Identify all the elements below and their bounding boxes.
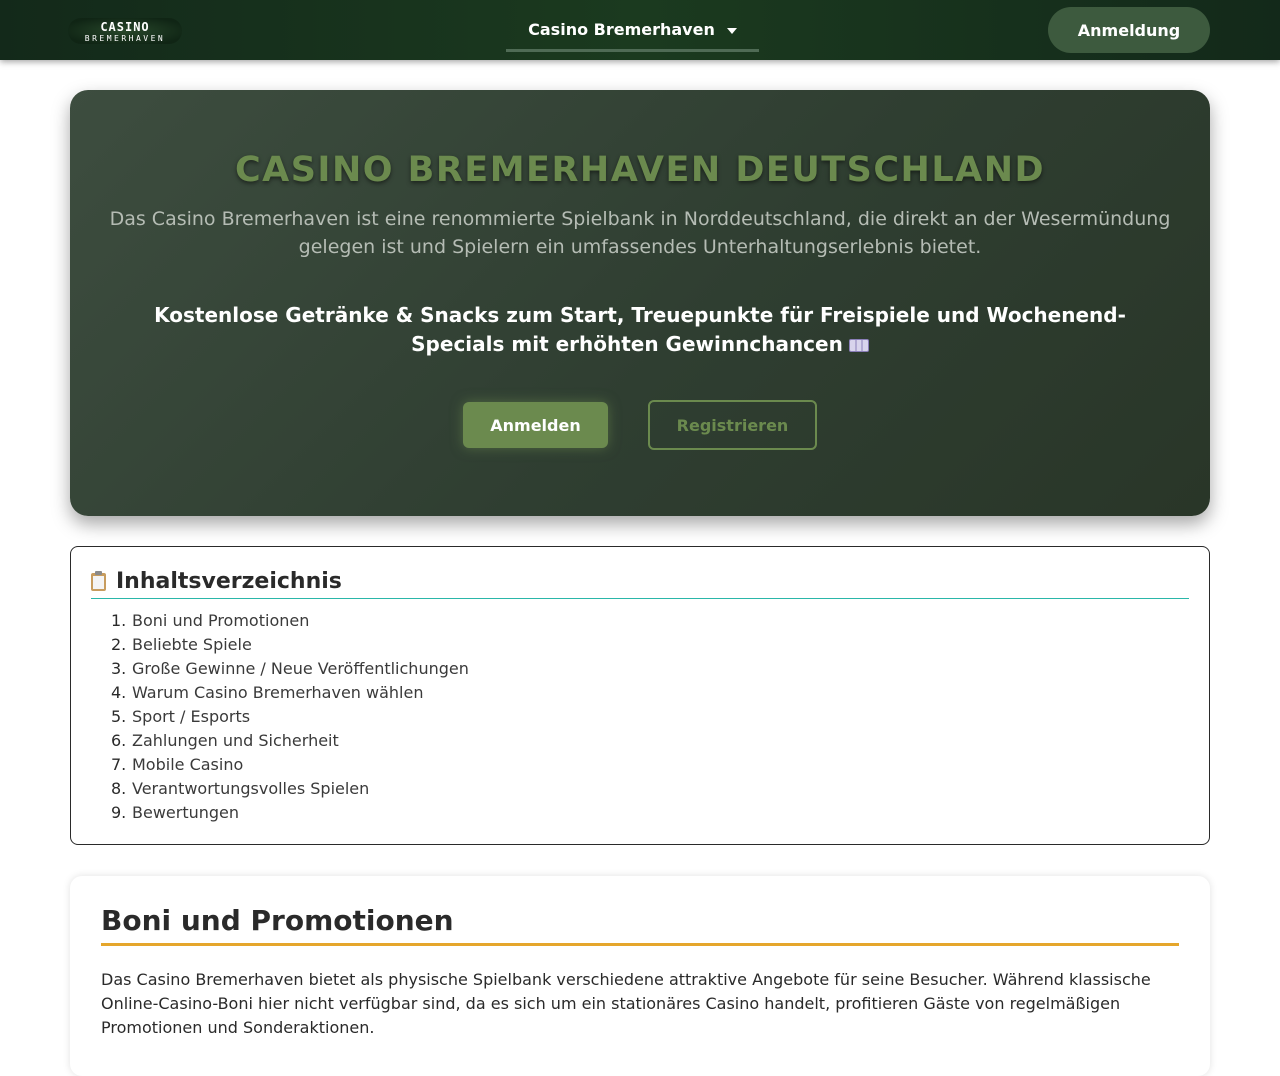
hero-title: CASINO BREMERHAVEN DEUTSCHLAND: [234, 150, 1046, 190]
toc-heading: Inhaltsverzeichnis: [91, 565, 1189, 599]
hero-lead-text: Das Casino Bremerhaven ist eine renommie…: [109, 208, 1171, 258]
section-title: Boni und Promotionen: [101, 904, 1179, 946]
toc-item-number: 5.: [111, 707, 127, 726]
clipboard-icon: [91, 570, 106, 591]
casino-nav-dropdown[interactable]: Casino Bremerhaven: [506, 10, 759, 52]
toc-item: 8. Verantwortungsvolles Spielen: [111, 777, 469, 801]
toc-item: 2. Beliebte Spiele: [111, 633, 469, 657]
hero-banner: CASINO BREMERHAVEN DEUTSCHLAND Das Casin…: [70, 90, 1210, 516]
section-text: Das Casino Bremerhaven bietet als physis…: [101, 970, 1151, 1037]
toc-item: 5. Sport / Esports: [111, 705, 469, 729]
toc-link-warum[interactable]: Warum Casino Bremerhaven wählen: [132, 681, 423, 705]
toc-title: Inhaltsverzeichnis: [116, 569, 342, 594]
toc-item-number: 1.: [111, 611, 127, 630]
boni-section: Boni und Promotionen Das Casino Bremerha…: [70, 876, 1210, 1076]
site-logo[interactable]: CASINO BREMERHAVEN: [68, 14, 182, 48]
toc-list: 1. Boni und Promotionen 2. Beliebte Spiele…: [111, 609, 469, 825]
toc-item: 1. Boni und Promotionen: [111, 609, 469, 633]
login-button[interactable]: Anmeldung: [1048, 7, 1210, 53]
toc-item-number: 3.: [111, 659, 127, 678]
toc-item-number: 6.: [111, 731, 127, 750]
toc-item: 4. Warum Casino Bremerhaven wählen: [111, 681, 469, 705]
logo-text-city: BREMERHAVEN: [84, 34, 166, 43]
site-header: CASINO BREMERHAVEN Casino Bremerhaven An…: [0, 0, 1280, 60]
toc-link-zahlungen[interactable]: Zahlungen und Sicherheit: [132, 729, 339, 753]
toc-item: 7. Mobile Casino: [111, 753, 469, 777]
toc-item: 3. Große Gewinne / Neue Veröffentlichunge…: [111, 657, 469, 681]
logo-text-casino: CASINO: [100, 20, 150, 34]
toc-item-number: 9.: [111, 803, 127, 822]
toc-item-number: 7.: [111, 755, 127, 774]
toc-link-spiele[interactable]: Beliebte Spiele: [132, 633, 252, 657]
toc-link-sport[interactable]: Sport / Esports: [132, 705, 250, 729]
nav-dropdown-label: Casino Bremerhaven: [528, 20, 715, 39]
toc-item: 6. Zahlungen und Sicherheit: [111, 729, 469, 753]
toc-link-boni[interactable]: Boni und Promotionen: [132, 609, 309, 633]
toc-link-mobile[interactable]: Mobile Casino: [132, 753, 243, 777]
toc-item-number: 4.: [111, 683, 127, 702]
slot-machine-icon: [848, 339, 869, 352]
toc-item: 9. Bewertungen: [111, 801, 469, 825]
toc-link-verantwortung[interactable]: Verantwortungsvolles Spielen: [132, 777, 369, 801]
toc-link-bewertungen[interactable]: Bewertungen: [132, 801, 239, 825]
toc-link-gewinne[interactable]: Große Gewinne / Neue Veröffentlichungen: [132, 657, 469, 681]
hero-offer-label: Kostenlose Getränke & Snacks zum Start, …: [154, 303, 1126, 356]
toc-item-number: 8.: [111, 779, 127, 798]
table-of-contents: Inhaltsverzeichnis 1. Boni und Promotione…: [70, 546, 1210, 845]
hero-offer-text: Kostenlose Getränke & Snacks zum Start, …: [110, 301, 1170, 359]
registrieren-button[interactable]: Registrieren: [648, 400, 817, 450]
anmelden-button[interactable]: Anmelden: [463, 402, 608, 448]
toc-item-number: 2.: [111, 635, 127, 654]
chevron-down-icon: [726, 27, 737, 34]
